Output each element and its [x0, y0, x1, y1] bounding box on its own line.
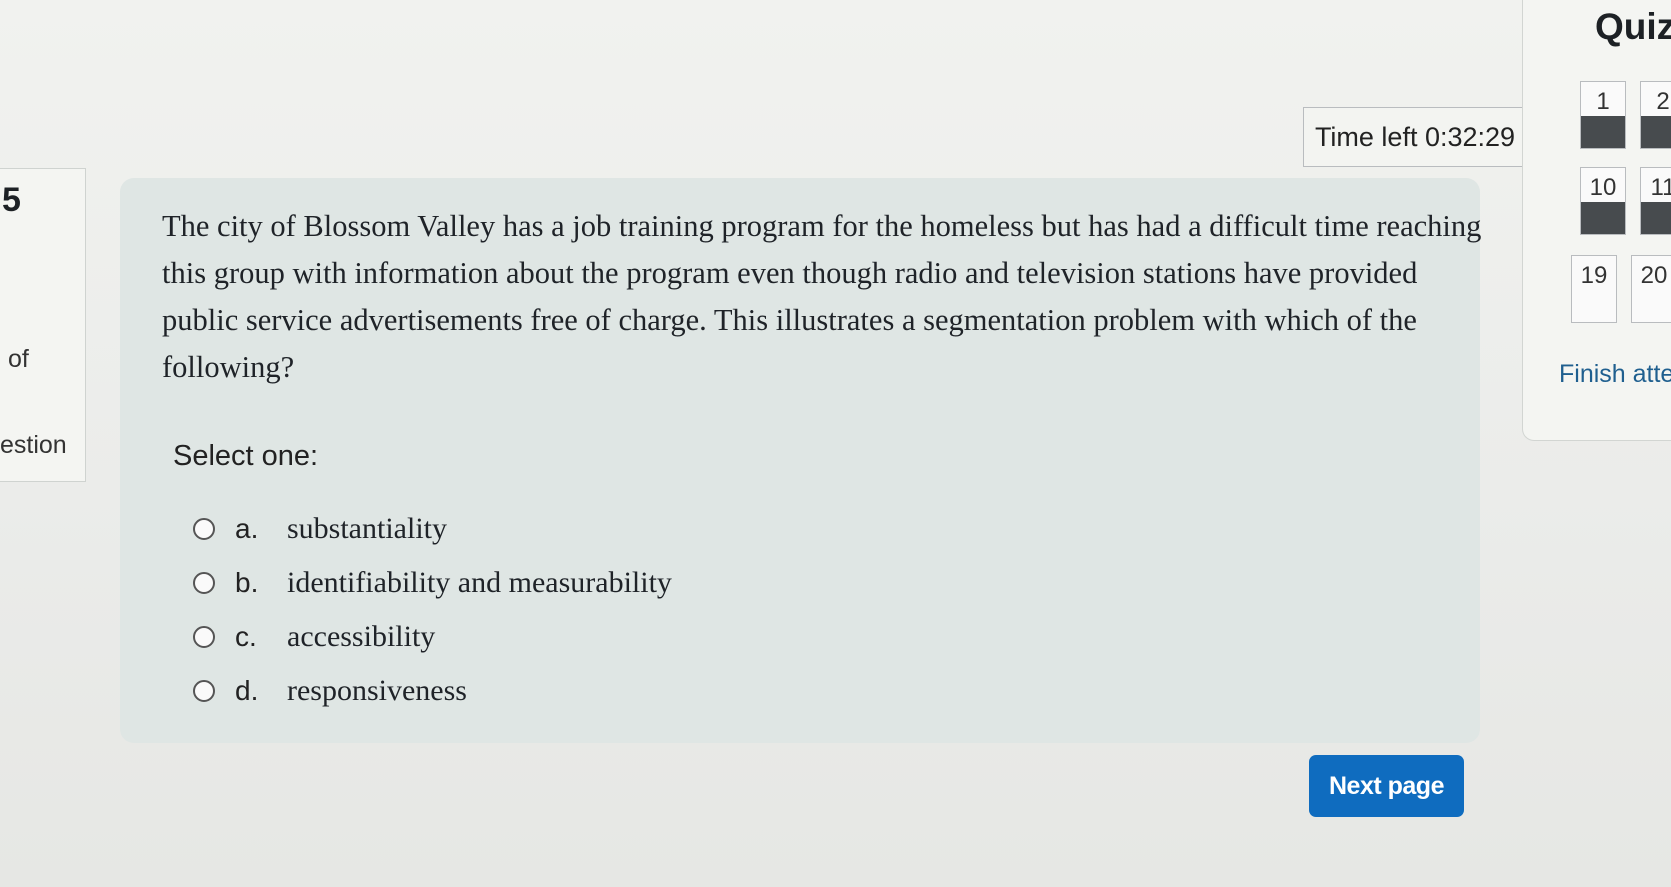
answered-indicator — [1581, 202, 1625, 234]
nav-button-label: 1 — [1596, 88, 1610, 115]
answered-indicator — [1581, 116, 1625, 148]
radio-button-a[interactable] — [193, 518, 215, 540]
answer-option-b[interactable]: b. identifiability and measurability — [193, 556, 672, 610]
answer-letter: a. — [235, 513, 259, 544]
nav-button-label: 20 — [1640, 262, 1668, 289]
question-number: 5 — [2, 181, 21, 219]
answer-text[interactable]: accessibility — [287, 620, 435, 654]
quiz-nav-button-2[interactable]: 2 — [1640, 81, 1671, 149]
answer-text[interactable]: identifiability and measurability — [287, 566, 672, 600]
radio-button-d[interactable] — [193, 680, 215, 702]
quiz-nav-button-19[interactable]: 19 — [1571, 255, 1617, 323]
answer-text[interactable]: responsiveness — [287, 674, 467, 708]
finish-attempt-link[interactable]: Finish atte — [1559, 360, 1671, 389]
quiz-page: 5 of estion Time left 0:32:29 The city o… — [0, 0, 1671, 887]
radio-button-b[interactable] — [193, 572, 215, 594]
nav-button-label: 19 — [1580, 262, 1608, 289]
quiz-nav-title: Quiz — [1595, 6, 1671, 47]
quiz-nav-button-11[interactable]: 11 — [1640, 167, 1671, 235]
answer-option-a[interactable]: a. substantiality — [193, 502, 672, 556]
answered-indicator — [1641, 202, 1671, 234]
answer-text[interactable]: substantiality — [287, 512, 447, 546]
nav-button-label: 2 — [1656, 88, 1670, 115]
nav-button-label: 10 — [1589, 174, 1617, 201]
quiz-nav-button-10[interactable]: 10 — [1580, 167, 1626, 235]
next-page-button[interactable]: Next page — [1309, 755, 1464, 817]
quiz-nav-button-20[interactable]: 20 — [1631, 255, 1671, 323]
question-of-text: of — [8, 345, 29, 373]
nav-button-label: 11 — [1650, 174, 1671, 201]
time-left-timer: Time left 0:32:29 — [1303, 107, 1527, 167]
answer-list: a. substantiality b. identifiability and… — [193, 502, 672, 718]
quiz-navigation-panel: Quiz 1 2 10 11 19 20 Finish atte — [1522, 0, 1671, 441]
answer-option-d[interactable]: d. responsiveness — [193, 664, 672, 718]
answer-option-c[interactable]: c. accessibility — [193, 610, 672, 664]
answer-letter: b. — [235, 567, 259, 598]
answered-indicator — [1641, 116, 1671, 148]
answer-letter: d. — [235, 675, 259, 706]
question-info-box: 5 of estion — [0, 168, 86, 482]
question-label: estion — [0, 431, 67, 459]
quiz-nav-button-1[interactable]: 1 — [1580, 81, 1626, 149]
question-text: The city of Blossom Valley has a job tra… — [162, 209, 1482, 384]
select-one-prompt: Select one: — [173, 440, 319, 472]
radio-button-c[interactable] — [193, 626, 215, 648]
answer-letter: c. — [235, 621, 257, 652]
